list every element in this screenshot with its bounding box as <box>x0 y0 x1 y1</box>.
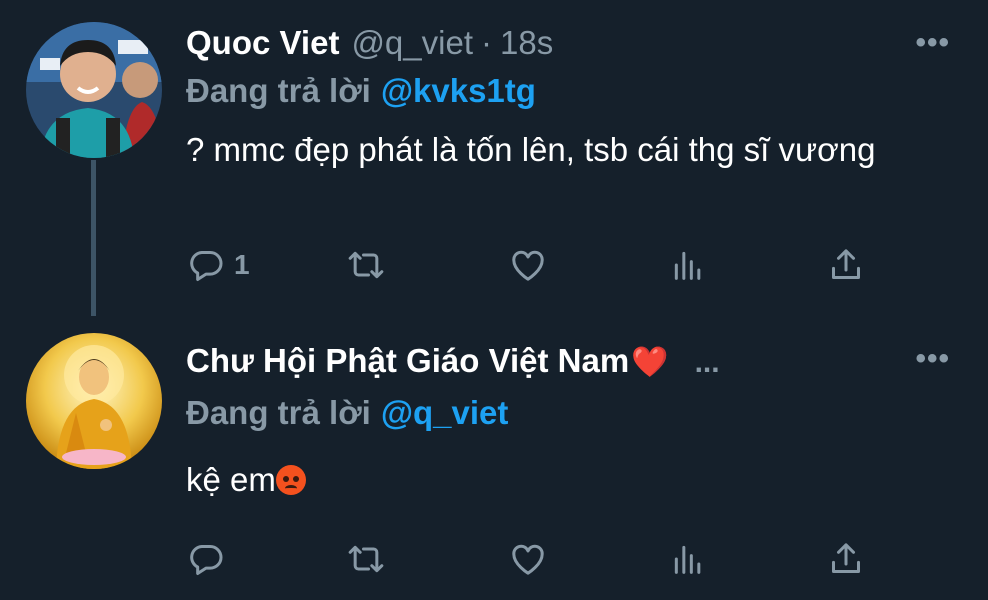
reply-button[interactable]: 1 <box>186 240 250 290</box>
share-icon <box>832 249 860 279</box>
tweet[interactable]: Quoc Viet @q_viet · 18s ••• Đang trả lời… <box>0 0 988 320</box>
mention-link[interactable]: @q_viet <box>381 394 509 431</box>
replying-label: Đang trả lời <box>186 72 371 109</box>
retweet-button[interactable] <box>346 534 386 584</box>
reply-icon <box>190 251 223 281</box>
reply-count: 1 <box>234 249 250 280</box>
action-bar: 1 <box>186 240 886 290</box>
red-heart-emoji: ❤️ <box>631 346 669 379</box>
user-handle[interactable]: @q_viet <box>351 24 473 62</box>
tweet-text-content: kệ em <box>186 461 276 498</box>
analytics-button[interactable] <box>668 534 708 584</box>
retweet-button[interactable] <box>346 240 386 290</box>
like-button[interactable] <box>508 534 548 584</box>
like-icon <box>512 544 544 575</box>
analytics-icon <box>674 545 701 574</box>
display-name[interactable]: Chư Hội Phật Giáo Việt Nam <box>186 342 629 380</box>
reply-button[interactable] <box>186 534 234 584</box>
avatar[interactable] <box>26 333 162 469</box>
name-ellipsis: ... <box>694 346 720 379</box>
like-icon <box>512 250 544 281</box>
more-options-icon[interactable]: ••• <box>915 26 950 60</box>
angry-face-emoji <box>275 465 306 495</box>
mention-link[interactable]: @kvks1tg <box>381 72 536 109</box>
tweet[interactable]: Chư Hội Phật Giáo Việt Nam ❤️ ... ••• Đa… <box>0 320 988 600</box>
separator-dot: · <box>481 24 492 61</box>
retweet-icon <box>348 251 384 279</box>
share-button[interactable] <box>826 534 866 584</box>
replying-to: Đang trả lời @q_viet <box>186 394 508 432</box>
display-name[interactable]: Quoc Viet <box>186 24 339 62</box>
analytics-icon <box>674 251 701 280</box>
avatar[interactable] <box>26 22 162 158</box>
reply-icon <box>190 545 223 575</box>
tweet-header: Chư Hội Phật Giáo Việt Nam ❤️ ... <box>186 342 720 380</box>
like-button[interactable] <box>508 240 548 290</box>
thread-line <box>91 160 96 316</box>
action-bar <box>186 534 886 584</box>
tweet-header: Quoc Viet @q_viet · 18s <box>186 24 553 62</box>
timestamp[interactable]: 18s <box>500 24 553 62</box>
tweet-text: kệ em <box>186 458 926 502</box>
analytics-button[interactable] <box>668 240 708 290</box>
replying-to: Đang trả lời @kvks1tg <box>186 72 536 110</box>
share-icon <box>832 543 860 573</box>
replying-label: Đang trả lời <box>186 394 371 431</box>
tweet-text: ? mmc đẹp phát là tốn lên, tsb cái thg s… <box>186 131 876 168</box>
retweet-icon <box>348 545 384 573</box>
more-options-icon[interactable]: ••• <box>915 342 950 376</box>
share-button[interactable] <box>826 240 866 290</box>
